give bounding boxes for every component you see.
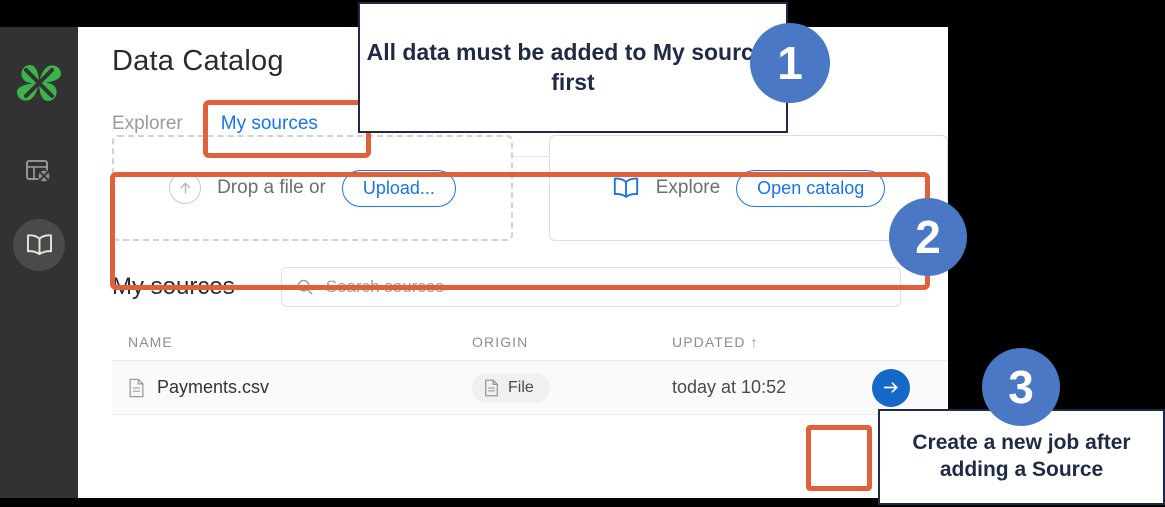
file-document-icon [129,378,144,397]
cell-name: Payments.csv [112,377,472,398]
cell-action [872,368,948,407]
callout-badge-3: 3 [982,348,1060,426]
explore-card[interactable]: Explore Open catalog [549,135,948,241]
open-catalog-button[interactable]: Open catalog [736,169,886,207]
clover-logo [13,57,65,109]
arrow-right-icon [883,382,898,393]
sidebar-item-catalog[interactable] [13,219,65,271]
file-document-icon [485,379,498,396]
drop-file-label: Drop a file or [217,177,326,198]
cell-origin: File [472,372,672,403]
upload-button[interactable]: Upload... [341,169,456,207]
open-book-icon [613,177,638,198]
origin-label: File [508,378,534,396]
sources-table: NAME ORIGIN UPDATED ↑ Payments.csv File … [112,323,948,415]
upload-arrow-icon [169,172,202,204]
search-input[interactable] [325,277,886,297]
sidebar [0,27,78,498]
callout-1: All data must be added to My sources fir… [358,2,788,133]
search-icon [297,279,313,295]
explore-label: Explore [655,177,721,198]
column-header-origin[interactable]: ORIGIN [472,334,672,350]
sidebar-item-tables[interactable] [19,152,59,192]
table-row[interactable]: Payments.csv File today at 10:52 [112,361,948,415]
open-book-icon [26,233,52,255]
search-box[interactable] [280,267,901,307]
table-clover-icon [26,160,51,183]
callout-badge-1: 1 [750,23,830,103]
create-job-button[interactable] [872,368,910,407]
cell-updated: today at 10:52 [672,377,872,398]
sources-header: My sources [112,265,948,309]
source-name: Payments.csv [157,377,270,397]
callout-badge-2: 2 [889,198,967,276]
page-title: Data Catalog [112,45,284,77]
sources-heading: My sources [112,273,235,300]
table-header-row: NAME ORIGIN UPDATED ↑ [112,323,948,361]
screenshot-root: Data Catalog Explorer My sources Drop a … [0,0,1165,507]
source-cards-row: Drop a file or Upload... Explore Open ca… [112,135,948,241]
updated-value: today at 10:52 [672,377,787,397]
origin-badge: File [472,372,550,403]
column-header-name[interactable]: NAME [112,334,472,350]
column-header-updated[interactable]: UPDATED ↑ [672,334,872,350]
drop-file-card[interactable]: Drop a file or Upload... [112,135,513,241]
